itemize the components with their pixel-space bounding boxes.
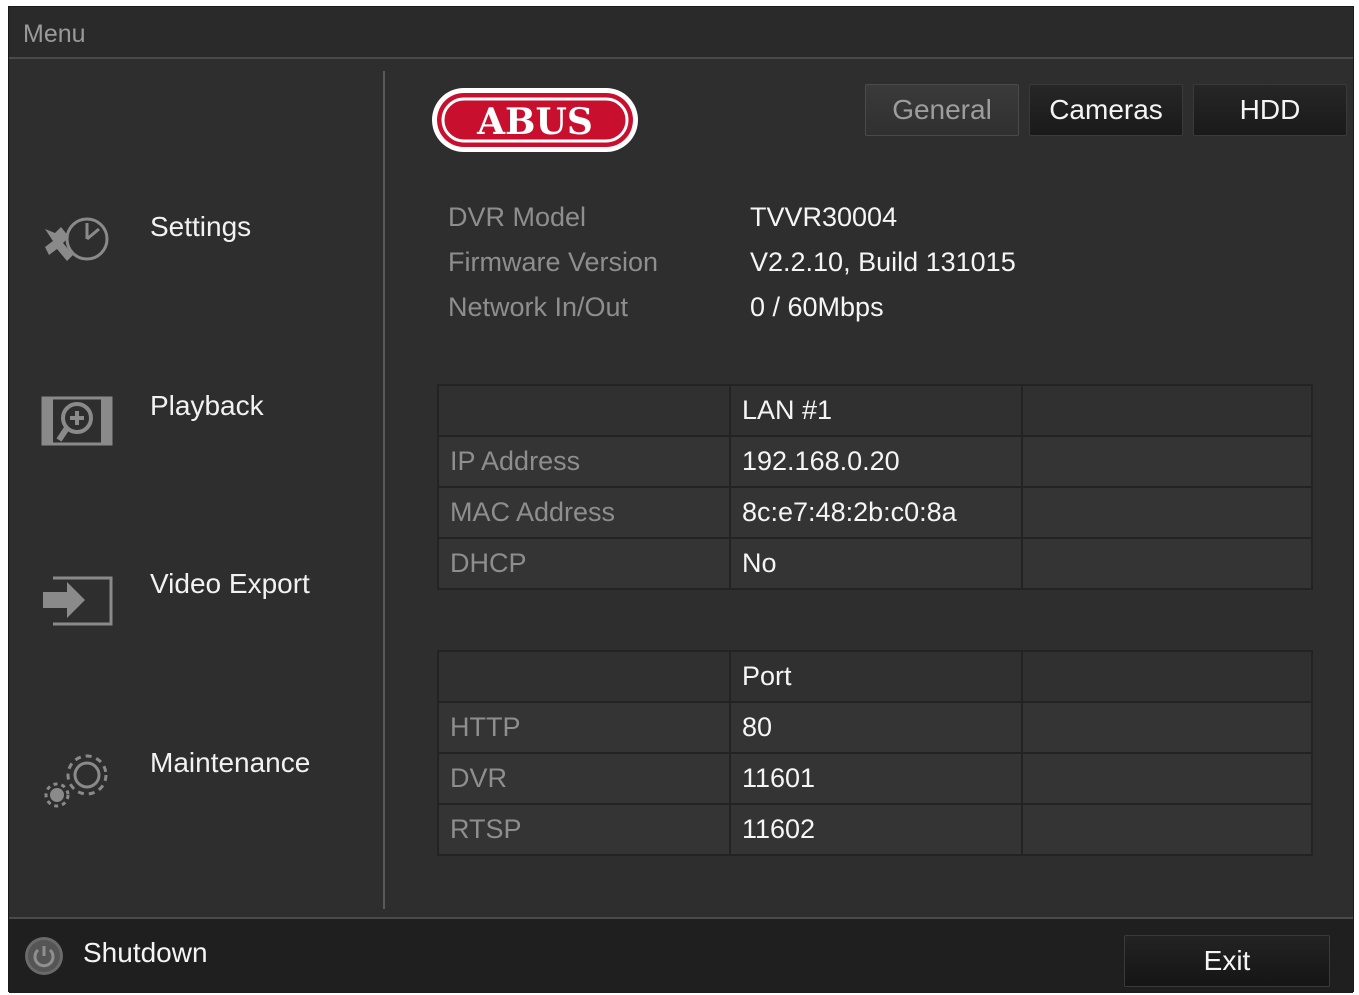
table-cell (1021, 701, 1313, 754)
table-cell (437, 650, 731, 703)
table-cell (1021, 384, 1313, 437)
rtsp-port-value: 11602 (729, 803, 1023, 856)
table-cell (437, 384, 731, 437)
table-header-row: Port (437, 650, 1313, 703)
settings-tools-icon (39, 209, 115, 271)
video-export-icon (39, 568, 115, 630)
ip-address-value: 192.168.0.20 (729, 435, 1023, 488)
brand-logo: ABUS (429, 85, 641, 155)
dvr-port-value: 11601 (729, 752, 1023, 805)
sidebar-item-label: Maintenance (150, 747, 311, 778)
http-label: HTTP (437, 701, 731, 754)
maintenance-gears-icon (39, 749, 115, 811)
tab-cameras[interactable]: Cameras (1029, 84, 1183, 136)
shutdown-label: Shutdown (83, 937, 208, 968)
exit-button[interactable]: Exit (1124, 935, 1330, 987)
firmware-version-label: Firmware Version (448, 247, 659, 277)
shutdown-button[interactable]: Shutdown (23, 933, 243, 977)
mac-address-value: 8c:e7:48:2b:c0:8a (729, 486, 1023, 539)
sidebar-item-video-export[interactable]: Video Export (9, 568, 379, 688)
sidebar-item-playback[interactable]: Playback (9, 390, 379, 510)
sidebar-item-settings[interactable]: Settings (9, 211, 379, 331)
menu-window: Menu Settings Playback Video Export Main… (8, 6, 1354, 993)
sidebar-item-label: Settings (150, 211, 252, 242)
lan-table: LAN #1 IP Address 192.168.0.20 MAC Addre… (437, 384, 1313, 590)
table-row: MAC Address 8c:e7:48:2b:c0:8a (437, 486, 1313, 539)
rtsp-label: RTSP (437, 803, 731, 856)
table-row: HTTP 80 (437, 701, 1313, 754)
ip-address-label: IP Address (437, 435, 731, 488)
logo-text: ABUS (476, 101, 593, 143)
firmware-version-value: V2.2.10, Build 131015 (750, 247, 1016, 277)
dvr-model-value: TVVR30004 (750, 202, 898, 232)
table-row: DHCP No (437, 537, 1313, 590)
playback-search-icon (39, 390, 115, 452)
lan-header: LAN #1 (729, 384, 1023, 437)
dhcp-value: No (729, 537, 1023, 590)
table-cell (1021, 803, 1313, 856)
sidebar-divider (383, 71, 385, 909)
tab-hdd[interactable]: HDD (1193, 84, 1347, 136)
window-title: Menu (23, 20, 86, 48)
title-bar: Menu (9, 7, 1353, 59)
sidebar-item-label: Playback (150, 390, 264, 421)
table-row: DVR 11601 (437, 752, 1313, 805)
bottom-bar: Shutdown Exit (9, 917, 1353, 993)
mac-address-label: MAC Address (437, 486, 731, 539)
table-cell (1021, 435, 1313, 488)
sidebar-item-maintenance[interactable]: Maintenance (9, 747, 379, 867)
table-cell (1021, 537, 1313, 590)
dvr-model-label: DVR Model (448, 202, 587, 232)
table-cell (1021, 486, 1313, 539)
sidebar-item-label: Video Export (150, 568, 310, 599)
network-value: 0 / 60Mbps (750, 292, 884, 322)
http-port-value: 80 (729, 701, 1023, 754)
power-icon (23, 935, 65, 977)
sidebar: Settings Playback Video Export Maintenan… (9, 61, 385, 911)
table-row: RTSP 11602 (437, 803, 1313, 856)
dvr-port-label: DVR (437, 752, 731, 805)
port-table: Port HTTP 80 DVR 11601 RTSP 11602 (437, 650, 1313, 856)
tab-general[interactable]: General (865, 84, 1019, 136)
port-header: Port (729, 650, 1023, 703)
table-header-row: LAN #1 (437, 384, 1313, 437)
table-cell (1021, 650, 1313, 703)
dhcp-label: DHCP (437, 537, 731, 590)
network-label: Network In/Out (448, 292, 629, 322)
table-cell (1021, 752, 1313, 805)
table-row: IP Address 192.168.0.20 (437, 435, 1313, 488)
